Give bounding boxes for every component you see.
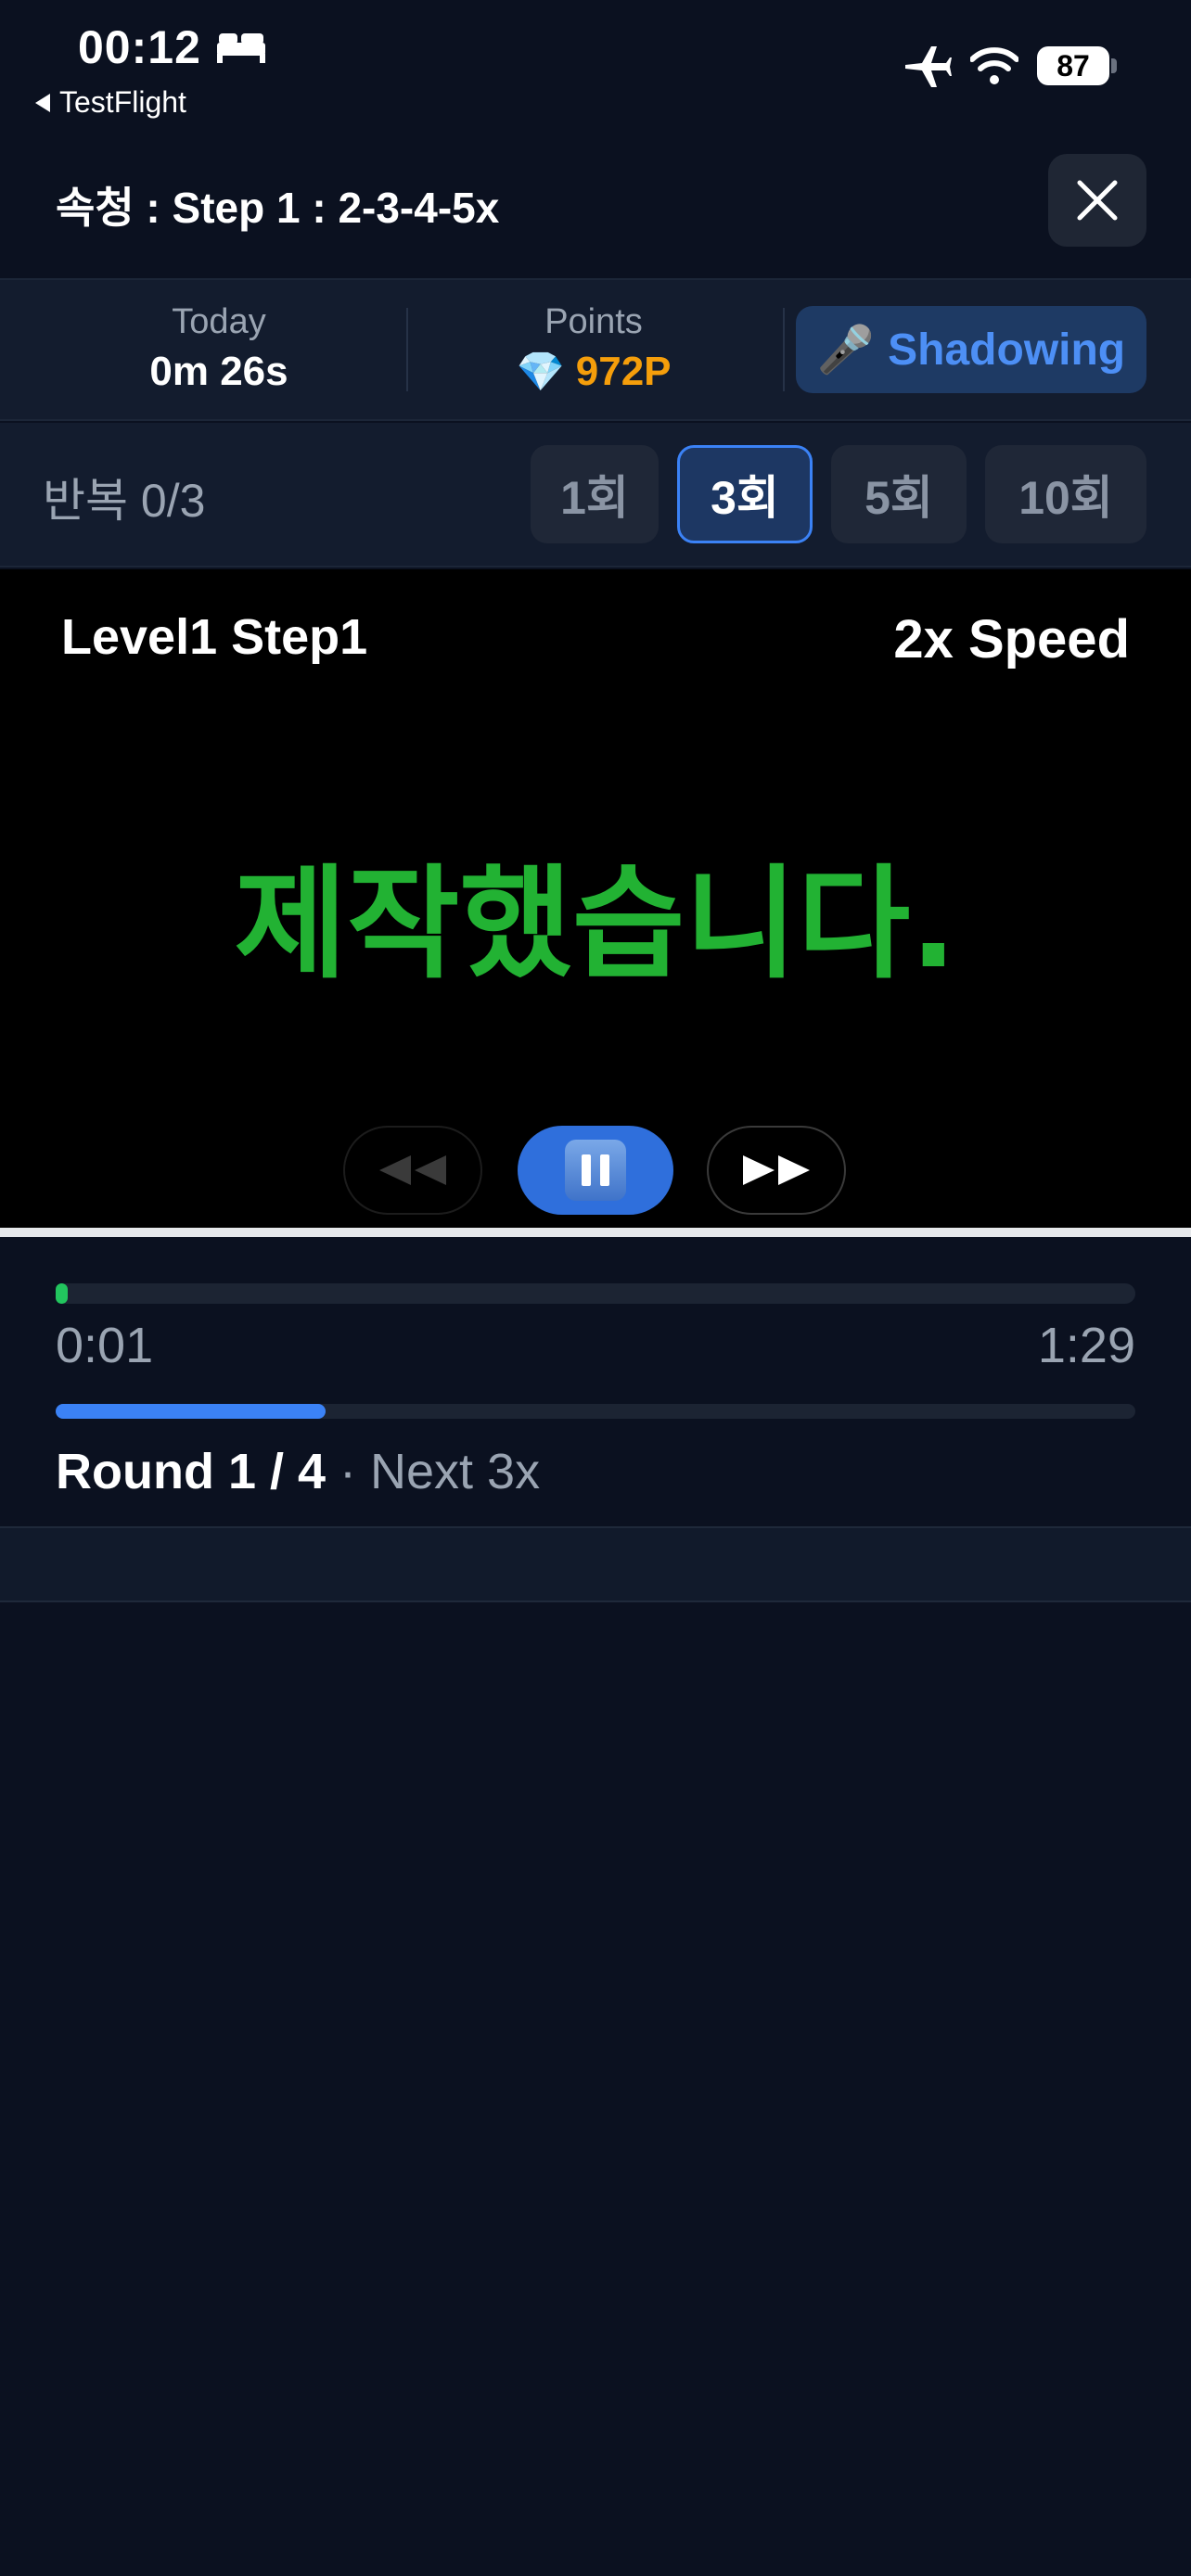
rewind-button[interactable] (343, 1126, 482, 1215)
stats-divider (783, 308, 785, 391)
points-label: Points (544, 302, 643, 341)
microphone-icon: 🎤 (816, 323, 876, 376)
close-button[interactable] (1048, 154, 1146, 247)
repeat-option-5[interactable]: 5회 (831, 445, 967, 543)
shadowing-label: Shadowing (888, 325, 1126, 375)
points-value: 972P (575, 349, 672, 394)
fast-forward-icon (743, 1155, 810, 1185)
playback-progress (56, 1283, 68, 1304)
wifi-icon (970, 47, 1018, 84)
repeat-count-label: 반복 0/3 (43, 475, 206, 527)
level-label: Level1 Step1 (61, 609, 368, 665)
today-value: 0m 26s (149, 349, 288, 394)
lesson-title: 속청 : Step 1 : 2-3-4-5x (56, 184, 500, 232)
today-label: Today (172, 302, 266, 341)
speed-label: 2x Speed (893, 609, 1130, 670)
playback-track[interactable] (56, 1283, 1135, 1304)
back-app-label: TestFlight (59, 85, 186, 119)
shadowing-button[interactable]: 🎤 Shadowing (796, 306, 1146, 393)
player-separator (0, 1228, 1191, 1237)
rewind-icon (379, 1155, 446, 1185)
back-arrow-icon (35, 93, 50, 112)
fast-forward-button[interactable] (707, 1126, 846, 1215)
round-progress (56, 1404, 326, 1419)
pause-icon (565, 1140, 626, 1201)
battery-nub (1111, 58, 1117, 73)
repeat-option-10[interactable]: 10회 (985, 445, 1146, 543)
airplane-icon (905, 46, 952, 87)
bed-icon (217, 33, 265, 63)
subtitle-sentence: 제작했습니다. (234, 853, 957, 996)
points-value-group: 💎 972P (455, 349, 733, 395)
gem-icon: 💎 (516, 349, 565, 393)
current-time: 0:01 (56, 1318, 154, 1373)
total-time: 1:29 (1037, 1318, 1135, 1373)
repeat-option-3[interactable]: 3회 (677, 445, 813, 543)
back-to-app-link[interactable]: TestFlight (35, 85, 186, 120)
pause-button[interactable] (518, 1126, 673, 1215)
round-count: Round 1 / 4 (56, 1444, 327, 1499)
battery-indicator: 87 (1037, 46, 1109, 85)
close-icon (1077, 180, 1118, 221)
stats-divider (406, 308, 408, 391)
empty-strip (0, 1526, 1191, 1602)
repeat-option-1[interactable]: 1회 (531, 445, 659, 543)
status-time: 00:12 (78, 21, 201, 73)
round-status: Round 1 / 4 · Next 3x (56, 1443, 540, 1500)
round-next: · Next 3x (326, 1444, 541, 1499)
